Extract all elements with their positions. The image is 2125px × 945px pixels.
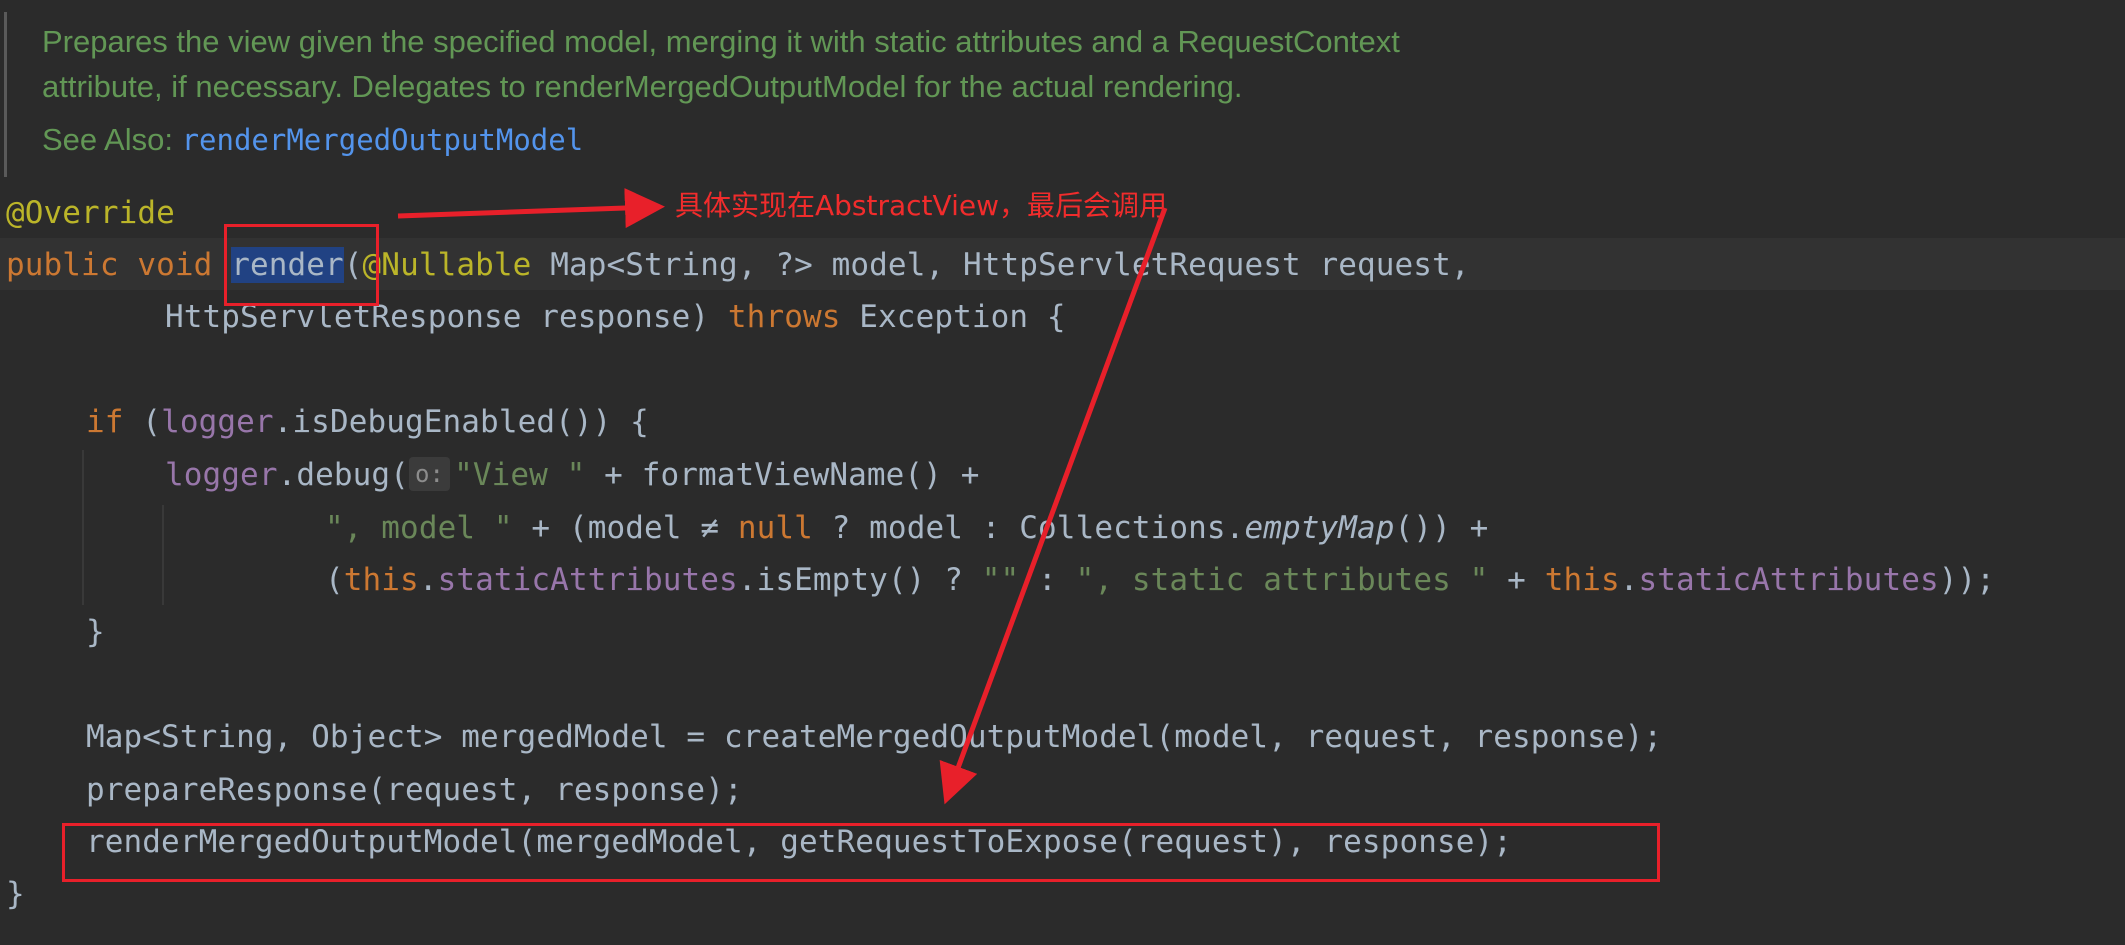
annotation-arrows [397, 188, 1168, 805]
arrow-to-render-merged [939, 207, 1168, 805]
arrow-to-annotation [397, 188, 665, 229]
